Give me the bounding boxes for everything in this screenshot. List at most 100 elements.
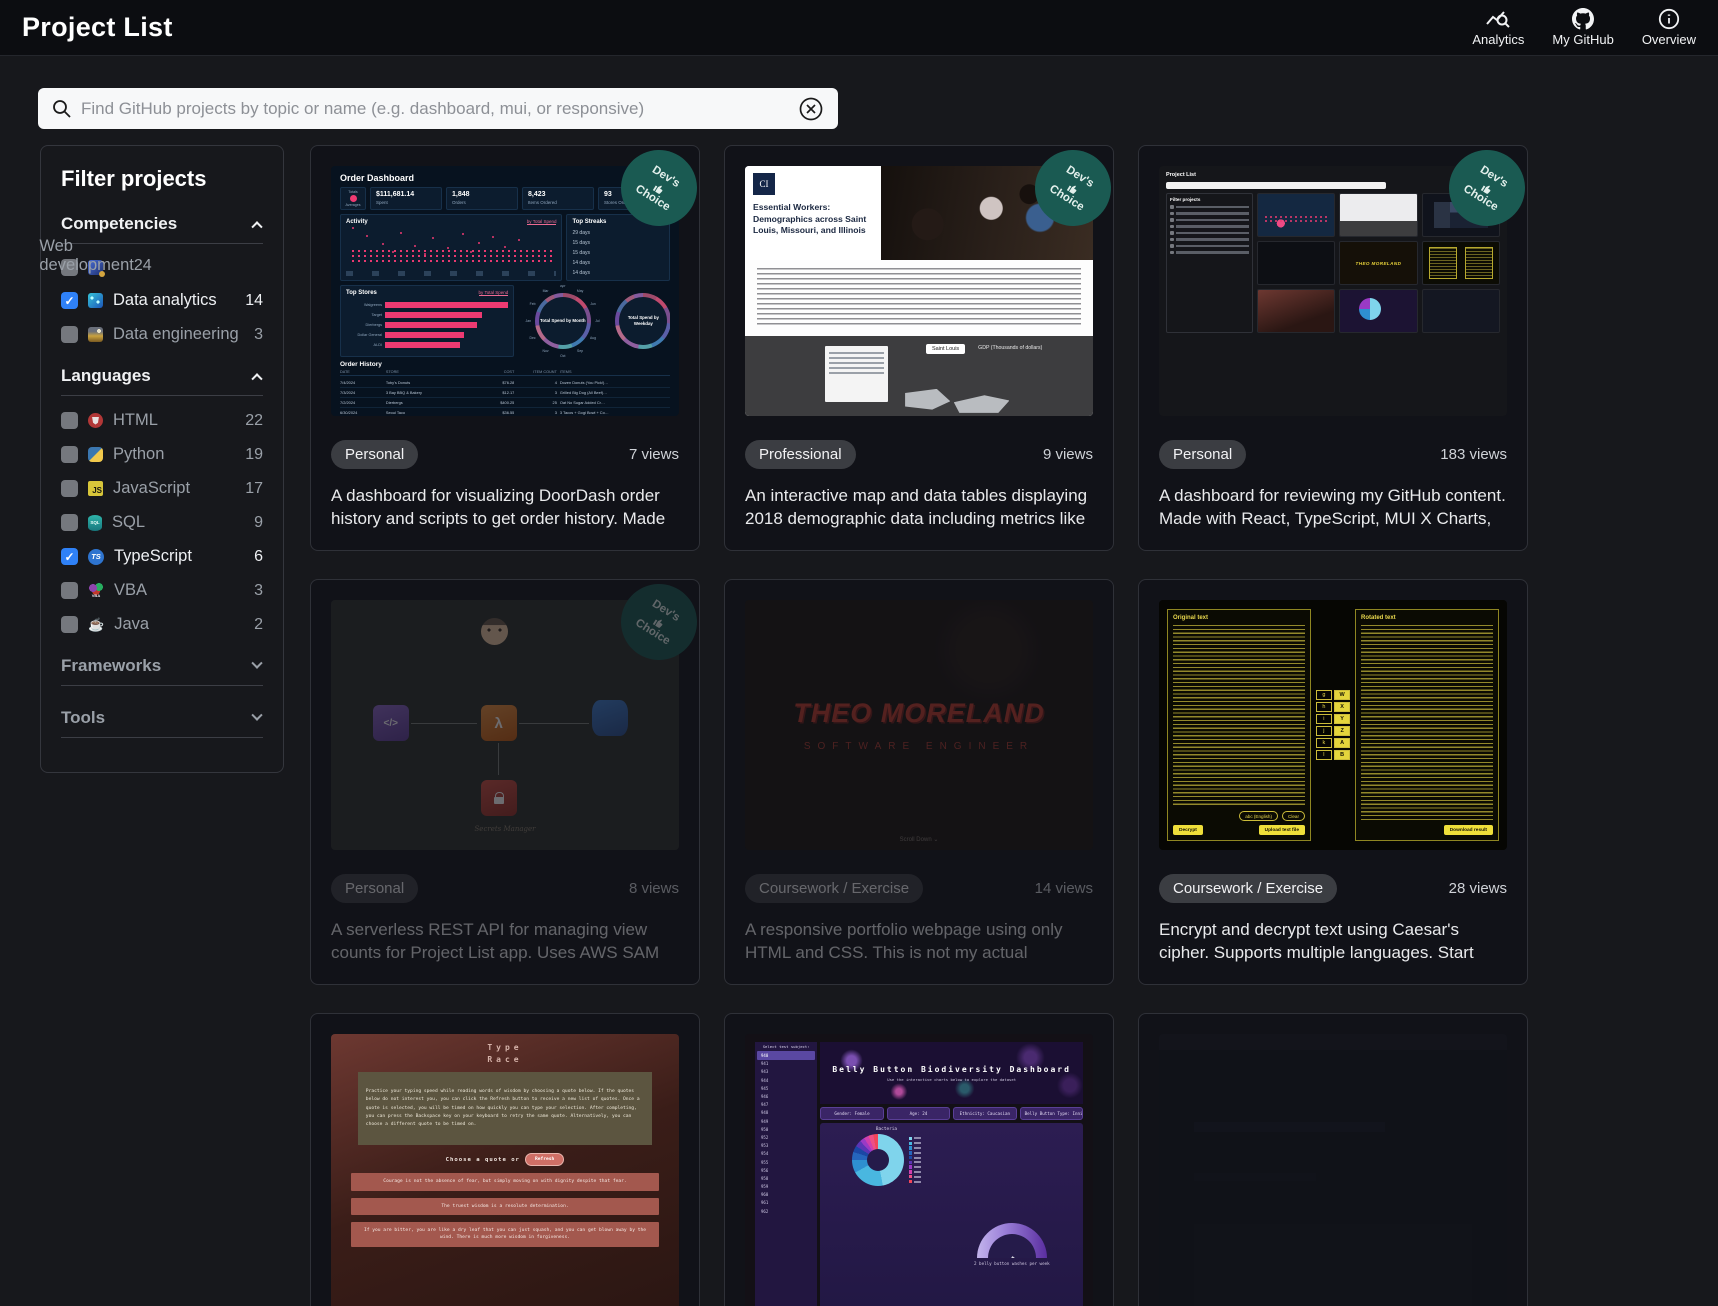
filter-item-typescript[interactable]: ✓ TS TypeScript 6 bbox=[61, 547, 263, 566]
wash-gauge-chart bbox=[976, 1222, 1047, 1258]
region-dropdown: Saint Louis bbox=[925, 344, 966, 354]
project-card-belly-button-dashboard[interactable]: Select test subject: 940 941 943 944 945 946 9… bbox=[724, 1013, 1114, 1306]
thumbnail-portfolio: THEO MORELAND SOFTWARE ENGINEER Scroll D… bbox=[745, 600, 1093, 850]
thumbnail-caesar-cipher: Original text abc (English) Clear Decryp… bbox=[1159, 600, 1507, 850]
nav-label: Analytics bbox=[1472, 32, 1525, 47]
upload-button: Upload text file bbox=[1258, 825, 1305, 835]
project-card-doordash-dashboard[interactable]: Order Dashboard Totals Averages $111,681.… bbox=[310, 135, 712, 551]
clear-button: Clear bbox=[1282, 811, 1305, 821]
filter-count: 6 bbox=[254, 547, 263, 565]
checkbox-unchecked[interactable] bbox=[61, 412, 78, 429]
lambda-icon: λ bbox=[480, 705, 517, 741]
filter-count: 9 bbox=[254, 513, 263, 531]
nav-my-github[interactable]: My GitHub bbox=[1552, 8, 1614, 47]
thumbnail-faint bbox=[1159, 1034, 1507, 1306]
filter-count: 24 bbox=[133, 257, 152, 274]
cartoon-avatar bbox=[480, 617, 508, 645]
project-card-project-list[interactable]: Project List Filter projects THEO MORELA… bbox=[1138, 135, 1540, 551]
filter-item-data-engineering[interactable]: Data engineering 3 bbox=[61, 325, 263, 344]
checkbox-unchecked[interactable] bbox=[61, 616, 78, 633]
filter-item-javascript[interactable]: JS JavaScript 17 bbox=[61, 479, 263, 498]
section-competencies[interactable]: Competencies bbox=[61, 214, 263, 234]
category-tag: Personal bbox=[331, 874, 419, 903]
bacteria-donut-chart bbox=[851, 1134, 904, 1186]
filter-count: 14 bbox=[245, 291, 263, 309]
checkbox-unchecked[interactable] bbox=[61, 446, 78, 463]
checkbox-unchecked[interactable] bbox=[61, 480, 78, 497]
download-button: Download result bbox=[1443, 825, 1493, 835]
github-icon bbox=[1572, 8, 1595, 30]
publication-logo: CI bbox=[753, 173, 775, 195]
web-development-icon: Web development 24 bbox=[39, 237, 152, 277]
filter-item-web-development[interactable]: Web development 24 bbox=[39, 237, 263, 277]
project-card-serverless-api[interactable]: </> λ Secrets Manager Dev's Choice Perso… bbox=[310, 569, 712, 985]
thumbnail-type-race: Type Race Practice your typing speed whil… bbox=[331, 1034, 679, 1306]
clear-search-icon[interactable] bbox=[798, 96, 824, 122]
project-card-faint[interactable] bbox=[1138, 1013, 1528, 1306]
filter-sidebar: Filter projects Competencies Web develop… bbox=[39, 145, 284, 773]
chevron-up-icon bbox=[251, 373, 263, 385]
filter-item-vba[interactable]: VBA VBA 3 bbox=[61, 581, 263, 600]
project-card-portfolio[interactable]: THEO MORELAND SOFTWARE ENGINEER Scroll D… bbox=[724, 579, 1114, 985]
typescript-icon: TS bbox=[88, 548, 104, 565]
filter-item-data-analytics[interactable]: ✓ Data analytics 14 bbox=[61, 291, 263, 310]
search-bar bbox=[38, 88, 838, 129]
filter-count: 2 bbox=[254, 615, 263, 633]
checkbox-unchecked[interactable] bbox=[61, 582, 78, 599]
filter-title: Filter projects bbox=[61, 166, 207, 191]
project-card-essential-workers[interactable]: CI Essential Workers: Demographics acros… bbox=[724, 135, 1126, 551]
section-frameworks[interactable]: Frameworks bbox=[61, 656, 263, 676]
donut-legend bbox=[908, 1135, 921, 1184]
search-input[interactable] bbox=[81, 98, 788, 119]
html-icon bbox=[88, 413, 103, 428]
python-icon bbox=[88, 447, 103, 462]
checkbox-unchecked[interactable] bbox=[61, 514, 78, 531]
page-title: Project List bbox=[22, 12, 173, 42]
choropleth-map: Saint Louis GDP (Thousands of dollars) bbox=[745, 336, 1093, 416]
checkbox-checked[interactable]: ✓ bbox=[61, 548, 78, 565]
nav-label: Overview bbox=[1641, 32, 1696, 47]
top-bar: Project List Analytics My GitHub Overvie… bbox=[0, 0, 1718, 56]
filter-item-java[interactable]: ☕ Java 2 bbox=[61, 615, 263, 634]
project-card-type-race[interactable]: Type Race Practice your typing speed whil… bbox=[310, 1013, 700, 1306]
data-engineering-icon bbox=[88, 327, 103, 342]
view-count: 183 views bbox=[1440, 446, 1507, 463]
subject-list: Select test subject: 940 941 943 944 945 946 9… bbox=[755, 1042, 818, 1306]
view-count: 8 views bbox=[628, 880, 679, 897]
filter-count: 19 bbox=[245, 445, 263, 463]
nav-analytics[interactable]: Analytics bbox=[1472, 8, 1524, 47]
java-icon: ☕ bbox=[88, 617, 105, 632]
category-tag: Professional bbox=[745, 440, 856, 469]
data-analytics-icon bbox=[88, 293, 103, 308]
article-paragraph bbox=[745, 260, 1093, 336]
donut-charts: Total Spend by Month Apr May Jun Jul Aug Sep O… bbox=[518, 285, 670, 357]
project-grid: Order Dashboard Totals Averages $111,681.… bbox=[310, 135, 1540, 1306]
top-stores-bars-panel: Top Stores by Total Spend Walgreens Target… bbox=[340, 285, 515, 357]
analytics-chart-icon bbox=[1486, 11, 1511, 28]
divider bbox=[61, 737, 263, 738]
checkbox-unchecked[interactable] bbox=[61, 326, 78, 343]
view-count: 7 views bbox=[628, 446, 679, 463]
filter-count: 17 bbox=[245, 479, 263, 497]
info-icon bbox=[1658, 8, 1680, 30]
api-gateway-icon: </> bbox=[372, 705, 409, 741]
sql-icon: SQL bbox=[88, 514, 102, 531]
chevron-up-icon bbox=[251, 221, 263, 233]
category-tag: Personal bbox=[1159, 440, 1247, 469]
search-icon bbox=[53, 100, 71, 118]
category-tag: Personal bbox=[331, 440, 419, 469]
chevron-down-icon bbox=[251, 709, 263, 721]
filter-item-html[interactable]: HTML 22 bbox=[61, 411, 263, 430]
filter-count: 3 bbox=[254, 325, 263, 343]
language-pill: abc (English) bbox=[1239, 811, 1279, 821]
filter-item-sql[interactable]: SQL SQL 9 bbox=[61, 513, 263, 532]
project-description: A dashboard for visualizing DoorDash ord… bbox=[331, 486, 666, 529]
filter-item-python[interactable]: Python 19 bbox=[61, 445, 263, 464]
section-languages[interactable]: Languages bbox=[61, 366, 263, 386]
project-card-caesar-cipher[interactable]: Original text abc (English) Clear Decryp… bbox=[1138, 579, 1528, 985]
checkbox-checked[interactable]: ✓ bbox=[61, 292, 78, 309]
section-tools[interactable]: Tools bbox=[61, 708, 263, 728]
nav-overview[interactable]: Overview bbox=[1642, 8, 1696, 47]
view-count: 9 views bbox=[1042, 446, 1093, 463]
project-description: A dashboard for reviewing my GitHub cont… bbox=[1159, 486, 1506, 529]
